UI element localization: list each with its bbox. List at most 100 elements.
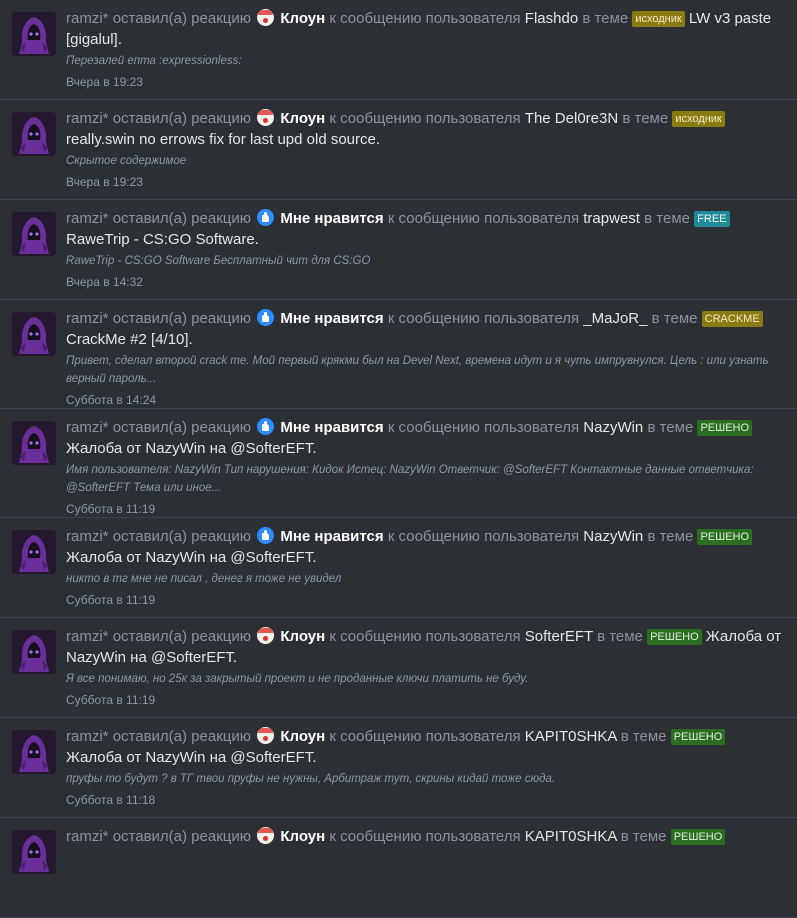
thread-prefix-badge: исходник [672, 111, 725, 127]
reaction-name: Мне нравится [280, 528, 384, 545]
message-snippet: Перезалей епта :expressionless: [66, 55, 242, 67]
alert-text: ramzi* оставил(а) реакцию Клоун к сообще… [66, 8, 783, 50]
alert-item[interactable]: ramzi* оставил(а) реакцию Клоун к сообще… [0, 100, 797, 200]
avatar[interactable] [12, 421, 56, 465]
alert-item[interactable]: ramzi* оставил(а) реакцию Мне нравится к… [0, 518, 797, 618]
message-text: к сообщению пользователя [387, 310, 580, 327]
alert-time: Суббота в 11:18 [66, 793, 156, 807]
alert-text: ramzi* оставил(а) реакцию Мне нравится к… [66, 417, 783, 459]
alert-text: ramzi* оставил(а) реакцию Клоун к сообще… [66, 108, 783, 150]
in-thread-text: в теме [582, 10, 629, 27]
action-text: оставил(а) реакцию [112, 210, 251, 227]
recipient-link[interactable]: NazyWin [583, 528, 643, 545]
recipient-link[interactable]: Flashdo [525, 10, 578, 27]
like-icon [257, 309, 275, 326]
message-text: к сообщению пользователя [329, 628, 521, 645]
thread-title-link[interactable]: Жалоба от NazyWin на @SofterEFT. [66, 549, 316, 566]
alert-item[interactable]: ramzi* оставил(а) реакцию Мне нравится к… [0, 409, 797, 518]
avatar[interactable] [12, 830, 56, 874]
alert-text: ramzi* оставил(а) реакцию Клоун к сообще… [66, 826, 783, 847]
recipient-link[interactable]: KAPIT0SHKA [525, 828, 617, 845]
thread-title-link[interactable]: really.swin no errows fix for last upd o… [66, 131, 380, 148]
in-thread-text: в теме [597, 628, 643, 645]
recipient-link[interactable]: KAPIT0SHKA [525, 728, 617, 745]
avatar-hooded-figure-icon [12, 12, 56, 56]
alert-time: Вчера в 19:23 [66, 175, 143, 189]
reaction-name: Клоун [280, 10, 326, 27]
alert-item[interactable]: ramzi* оставил(а) реакцию Клоун к сообще… [0, 818, 797, 918]
thread-prefix-badge: FREE [694, 211, 730, 227]
thread-title-link[interactable]: Жалоба от NazyWin на @SofterEFT. [66, 749, 316, 766]
reaction-name: Клоун [280, 828, 326, 845]
like-icon [257, 418, 275, 435]
avatar[interactable] [12, 630, 56, 674]
user-link[interactable]: ramzi* [66, 110, 109, 127]
user-link[interactable]: ramzi* [66, 828, 109, 845]
alert-item[interactable]: ramzi* оставил(а) реакцию Клоун к сообще… [0, 618, 797, 718]
user-link[interactable]: ramzi* [66, 628, 109, 645]
avatar[interactable] [12, 730, 56, 774]
user-link[interactable]: ramzi* [66, 528, 109, 545]
alert-item[interactable]: ramzi* оставил(а) реакцию Клоун к сообще… [0, 0, 797, 100]
avatar-hooded-figure-icon [12, 421, 56, 465]
action-text: оставил(а) реакцию [112, 628, 251, 645]
alert-text: ramzi* оставил(а) реакцию Мне нравится к… [66, 208, 783, 250]
like-icon [257, 527, 275, 544]
reaction-name: Мне нравится [280, 310, 384, 327]
alert-item[interactable]: ramzi* оставил(а) реакцию Мне нравится к… [0, 300, 797, 409]
message-snippet: Привет, сделал второй crack me. Мой перв… [66, 355, 769, 385]
in-thread-text: в теме [622, 110, 669, 127]
thread-prefix-badge: РЕШЕНО [647, 629, 702, 645]
recipient-link[interactable]: SofterEFT [525, 628, 593, 645]
recipient-link[interactable]: trapwest [583, 210, 640, 227]
message-text: к сообщению пользователя [387, 528, 580, 545]
in-thread-text: в теме [620, 828, 667, 845]
alert-item[interactable]: ramzi* оставил(а) реакцию Мне нравится к… [0, 200, 797, 300]
user-link[interactable]: ramzi* [66, 728, 109, 745]
action-text: оставил(а) реакцию [112, 419, 251, 436]
avatar-hooded-figure-icon [12, 212, 56, 256]
clown-icon [257, 109, 275, 126]
reaction-name: Клоун [280, 110, 326, 127]
clown-icon [257, 827, 275, 844]
thread-title-link[interactable]: Жалоба от NazyWin на @SofterEFT. [66, 440, 316, 457]
action-text: оставил(а) реакцию [112, 728, 251, 745]
avatar[interactable] [12, 12, 56, 56]
thread-prefix-badge: РЕШЕНО [670, 829, 726, 845]
avatar[interactable] [12, 312, 56, 356]
avatar-hooded-figure-icon [12, 730, 56, 774]
user-link[interactable]: ramzi* [66, 310, 109, 327]
message-snippet: Скрытое содержимое [66, 155, 187, 167]
clown-icon [257, 627, 275, 644]
in-thread-text: в теме [647, 419, 694, 436]
recipient-link[interactable]: The Del0re3N [525, 110, 618, 127]
message-text: к сообщению пользователя [329, 828, 521, 845]
thread-prefix-badge: исходник [632, 11, 685, 27]
thread-title-link[interactable]: CrackMe #2 [4/10]. [66, 331, 193, 348]
recipient-link[interactable]: _MaJoR_ [583, 310, 647, 327]
alerts-feed: ramzi* оставил(а) реакцию Клоун к сообще… [0, 0, 797, 918]
avatar[interactable] [12, 530, 56, 574]
avatar[interactable] [12, 112, 56, 156]
action-text: оставил(а) реакцию [112, 310, 251, 327]
user-link[interactable]: ramzi* [66, 210, 109, 227]
action-text: оставил(а) реакцию [112, 110, 251, 127]
message-text: к сообщению пользователя [329, 10, 521, 27]
reaction-name: Мне нравится [280, 210, 384, 227]
alert-item[interactable]: ramzi* оставил(а) реакцию Клоун к сообще… [0, 718, 797, 818]
user-link[interactable]: ramzi* [66, 419, 109, 436]
alert-text: ramzi* оставил(а) реакцию Клоун к сообще… [66, 726, 783, 768]
alert-time: Суббота в 11:19 [66, 593, 156, 607]
avatar[interactable] [12, 212, 56, 256]
message-snippet: пруфы то будут ? в ТГ твои пруфы не нужн… [66, 773, 556, 785]
alert-time: Вчера в 19:23 [66, 75, 143, 89]
in-thread-text: в теме [647, 528, 694, 545]
in-thread-text: в теме [644, 210, 690, 227]
avatar-hooded-figure-icon [12, 530, 56, 574]
message-snippet: Имя пользователя: NazyWin Тип нарушения:… [66, 464, 754, 494]
thread-title-link[interactable]: RaweTrip - CS:GO Software. [66, 231, 259, 248]
alert-time: Суббота в 11:19 [66, 693, 156, 707]
recipient-link[interactable]: NazyWin [583, 419, 643, 436]
user-link[interactable]: ramzi* [66, 10, 109, 27]
clown-icon [257, 9, 275, 26]
